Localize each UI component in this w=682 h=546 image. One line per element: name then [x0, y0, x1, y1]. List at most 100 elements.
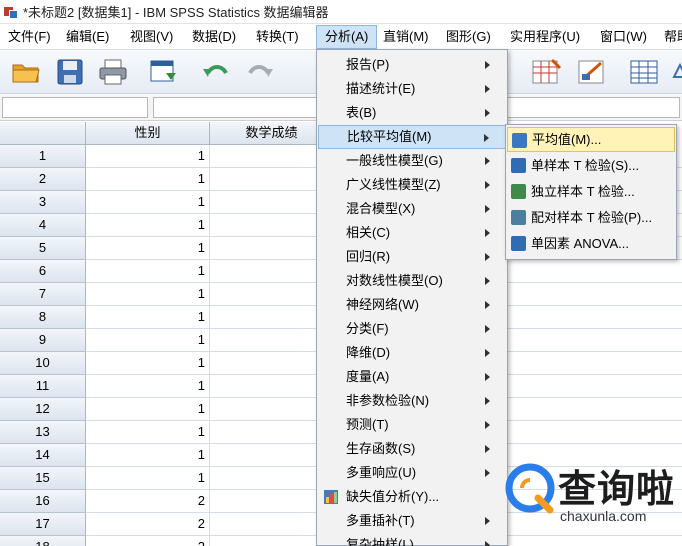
gender-cell[interactable]: 1: [86, 145, 210, 168]
compare-means-item[interactable]: 单因素 ANOVA...: [507, 231, 675, 256]
analyze-menu-item[interactable]: 多重响应(U): [318, 461, 506, 485]
means-icon: [512, 133, 527, 148]
split-file-icon[interactable]: [530, 57, 562, 87]
analyze-menu-label: 相关(C): [346, 225, 391, 240]
menu-item-4[interactable]: 转换(T): [248, 25, 307, 49]
analyze-menu-item[interactable]: 复杂抽样(L): [318, 533, 506, 546]
analyze-menu-item[interactable]: 一般线性模型(G): [318, 149, 506, 173]
cell-reference-box[interactable]: [2, 97, 148, 118]
paired-t-icon: [511, 210, 526, 225]
row-header[interactable]: 1: [0, 145, 86, 168]
analyze-menu-item[interactable]: 分类(F): [318, 317, 506, 341]
analyze-menu-item[interactable]: 对数线性模型(O): [318, 269, 506, 293]
row-header[interactable]: 15: [0, 467, 86, 490]
open-folder-icon[interactable]: [10, 57, 42, 87]
gender-cell[interactable]: 1: [86, 168, 210, 191]
row-header[interactable]: 7: [0, 283, 86, 306]
gender-cell[interactable]: 1: [86, 214, 210, 237]
gender-cell[interactable]: 1: [86, 467, 210, 490]
gender-cell[interactable]: 2: [86, 513, 210, 536]
analyze-menu-label: 降维(D): [346, 345, 391, 360]
gender-cell[interactable]: 1: [86, 421, 210, 444]
menu-item-10[interactable]: 帮助: [656, 25, 682, 49]
row-header[interactable]: 2: [0, 168, 86, 191]
gender-cell[interactable]: 1: [86, 260, 210, 283]
analyze-menu-item[interactable]: 神经网络(W): [318, 293, 506, 317]
menu-item-8[interactable]: 实用程序(U): [502, 25, 588, 49]
row-header[interactable]: 13: [0, 421, 86, 444]
compare-means-item[interactable]: 配对样本 T 检验(P)...: [507, 205, 675, 230]
value-labels-icon[interactable]: [628, 57, 660, 87]
menu-item-0[interactable]: 文件(F): [0, 25, 59, 49]
analyze-menu-item[interactable]: 多重插补(T): [318, 509, 506, 533]
analyze-menu-item[interactable]: 描述统计(E): [318, 77, 506, 101]
row-header[interactable]: 4: [0, 214, 86, 237]
row-header[interactable]: 16: [0, 490, 86, 513]
menu-item-9[interactable]: 窗口(W): [592, 25, 655, 49]
submenu-arrow-icon: [485, 109, 490, 117]
submenu-arrow-icon: [485, 157, 490, 165]
row-header[interactable]: 8: [0, 306, 86, 329]
save-icon[interactable]: [54, 57, 86, 87]
gender-cell[interactable]: 1: [86, 352, 210, 375]
gender-cell[interactable]: 1: [86, 375, 210, 398]
row-header[interactable]: 10: [0, 352, 86, 375]
menu-item-2[interactable]: 视图(V): [122, 25, 181, 49]
analyze-menu-item[interactable]: 生存函数(S): [318, 437, 506, 461]
gender-cell[interactable]: 2: [86, 536, 210, 546]
independent-t-icon: [511, 184, 526, 199]
row-header[interactable]: 9: [0, 329, 86, 352]
menu-item-5[interactable]: 分析(A): [316, 25, 378, 49]
row-header[interactable]: 17: [0, 513, 86, 536]
scale-icon[interactable]: [668, 57, 682, 87]
gender-cell[interactable]: 1: [86, 283, 210, 306]
print-icon[interactable]: [97, 57, 129, 87]
menu-item-6[interactable]: 直销(M): [375, 25, 437, 49]
row-header[interactable]: 6: [0, 260, 86, 283]
column-header-gender[interactable]: 性别: [86, 122, 210, 145]
compare-means-item[interactable]: 单样本 T 检验(S)...: [507, 153, 675, 178]
compare-means-item[interactable]: 独立样本 T 检验...: [507, 179, 675, 204]
analyze-menu-item[interactable]: 预测(T): [318, 413, 506, 437]
redo-icon[interactable]: [244, 57, 276, 87]
compare-means-item[interactable]: 平均值(M)...: [507, 127, 675, 152]
row-header[interactable]: 5: [0, 237, 86, 260]
gender-cell[interactable]: 1: [86, 444, 210, 467]
menu-item-1[interactable]: 编辑(E): [58, 25, 117, 49]
compare-means-label: 单因素 ANOVA...: [531, 236, 629, 251]
row-header[interactable]: 12: [0, 398, 86, 421]
analyze-menu-item[interactable]: 降维(D): [318, 341, 506, 365]
analyze-menu-item[interactable]: 比较平均值(M): [318, 125, 506, 149]
row-header[interactable]: 14: [0, 444, 86, 467]
weight-cases-icon[interactable]: [576, 57, 608, 87]
analyze-menu-label: 表(B): [346, 105, 377, 120]
analyze-menu-item[interactable]: 度量(A): [318, 365, 506, 389]
grid-corner-header[interactable]: [0, 122, 86, 145]
analyze-menu-item[interactable]: 混合模型(X): [318, 197, 506, 221]
gender-cell[interactable]: 1: [86, 237, 210, 260]
menu-item-7[interactable]: 图形(G): [438, 25, 499, 49]
analyze-menu-label: 多重响应(U): [346, 465, 417, 480]
row-header[interactable]: 18: [0, 536, 86, 546]
gender-cell[interactable]: 1: [86, 306, 210, 329]
analyze-menu-label: 描述统计(E): [346, 81, 416, 96]
analyze-menu-label: 缺失值分析(Y)...: [346, 489, 440, 504]
recall-dialog-icon[interactable]: [148, 57, 180, 87]
analyze-menu-item[interactable]: 回归(R): [318, 245, 506, 269]
gender-cell[interactable]: 1: [86, 398, 210, 421]
analyze-menu-item[interactable]: 缺失值分析(Y)...: [318, 485, 506, 509]
analyze-menu-item[interactable]: 广义线性模型(Z): [318, 173, 506, 197]
analyze-menu-item[interactable]: 表(B): [318, 101, 506, 125]
submenu-arrow-icon: [485, 421, 490, 429]
compare-means-label: 配对样本 T 检验(P)...: [531, 210, 653, 225]
gender-cell[interactable]: 1: [86, 191, 210, 214]
analyze-menu-item[interactable]: 相关(C): [318, 221, 506, 245]
gender-cell[interactable]: 1: [86, 329, 210, 352]
menu-item-3[interactable]: 数据(D): [184, 25, 244, 49]
analyze-menu-item[interactable]: 非参数检验(N): [318, 389, 506, 413]
row-header[interactable]: 11: [0, 375, 86, 398]
undo-icon[interactable]: [200, 57, 232, 87]
row-header[interactable]: 3: [0, 191, 86, 214]
gender-cell[interactable]: 2: [86, 490, 210, 513]
analyze-menu-item[interactable]: 报告(P): [318, 53, 506, 77]
